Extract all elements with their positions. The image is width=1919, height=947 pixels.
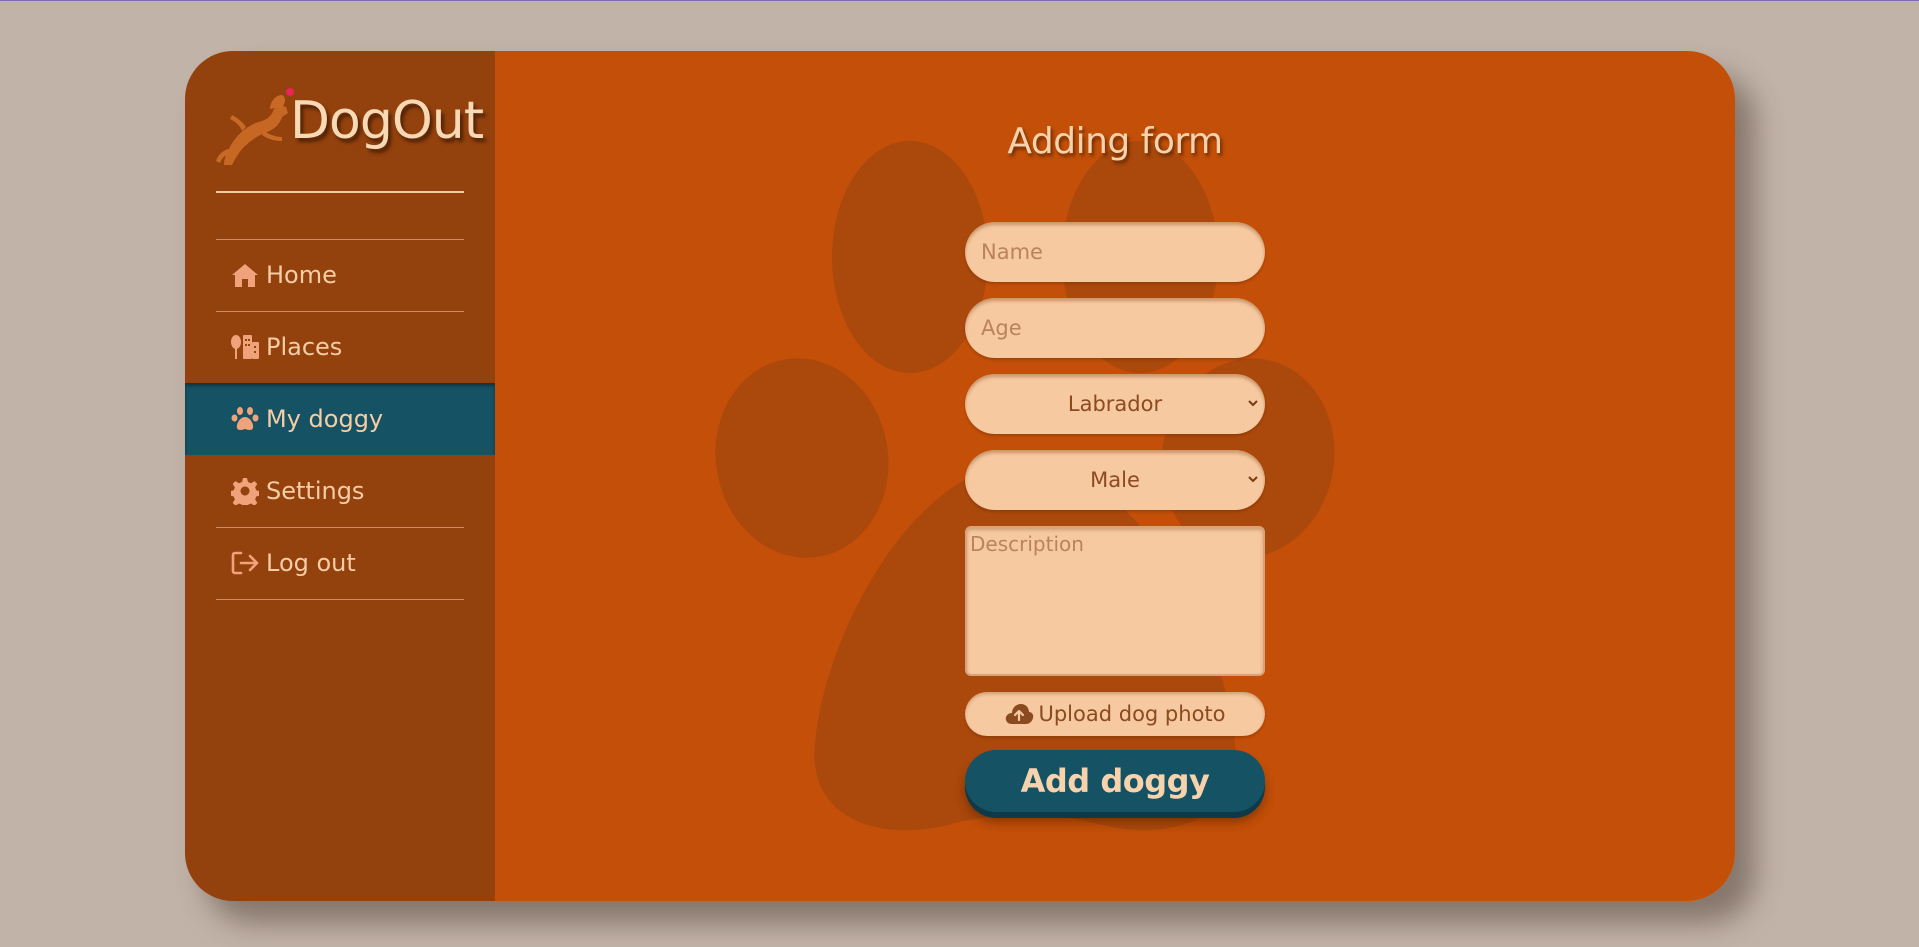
sidebar-item-places[interactable]: Places xyxy=(185,311,495,383)
add-doggy-button[interactable]: Add doggy xyxy=(965,750,1265,812)
divider xyxy=(216,311,464,312)
breed-select-value: Labrador xyxy=(1067,392,1163,416)
sidebar-item-home[interactable]: Home xyxy=(185,239,495,311)
adding-form: Name Age Labrador Male Description Uploa… xyxy=(965,222,1265,812)
divider xyxy=(216,239,464,240)
brand-name: DogOut xyxy=(290,91,484,151)
divider xyxy=(216,527,464,528)
breed-select[interactable]: Labrador xyxy=(965,374,1265,434)
gear-icon xyxy=(230,477,260,505)
chevron-down-icon xyxy=(1248,476,1258,483)
home-icon xyxy=(230,261,260,289)
chevron-down-icon xyxy=(1248,400,1258,407)
dog-logo-icon xyxy=(216,88,294,165)
sidebar: DogOut Home Places My doggy Settings Log… xyxy=(185,51,495,901)
cloud-upload-icon xyxy=(1004,702,1034,726)
sidebar-item-settings[interactable]: Settings xyxy=(185,455,495,527)
logout-icon xyxy=(230,549,260,577)
sex-select-value: Male xyxy=(1090,468,1140,492)
sidebar-nav: Home Places My doggy Settings Log out xyxy=(185,239,495,600)
sidebar-item-label: Log out xyxy=(266,549,356,577)
name-input[interactable]: Name xyxy=(965,222,1265,282)
sex-select[interactable]: Male xyxy=(965,450,1265,510)
logo[interactable]: DogOut xyxy=(210,85,484,165)
sidebar-item-label: Settings xyxy=(266,477,365,505)
sidebar-item-my-doggy[interactable]: My doggy xyxy=(185,383,495,455)
places-icon xyxy=(230,333,260,361)
app-window: DogOut Home Places My doggy Settings Log… xyxy=(185,51,1735,901)
logo-divider xyxy=(216,191,464,193)
sidebar-item-label: Home xyxy=(266,261,337,289)
sidebar-item-log-out[interactable]: Log out xyxy=(185,527,495,599)
sidebar-item-label: My doggy xyxy=(266,405,384,433)
main-content: Adding form Name Age Labrador Male Descr… xyxy=(495,51,1735,901)
paw-icon xyxy=(230,405,260,433)
divider xyxy=(216,599,464,600)
age-input[interactable]: Age xyxy=(965,298,1265,358)
upload-photo-button[interactable]: Upload dog photo xyxy=(965,692,1265,736)
form-title: Adding form xyxy=(1007,121,1223,162)
sidebar-item-label: Places xyxy=(266,333,343,361)
upload-label: Upload dog photo xyxy=(1038,702,1226,726)
description-textarea[interactable]: Description xyxy=(965,526,1265,676)
